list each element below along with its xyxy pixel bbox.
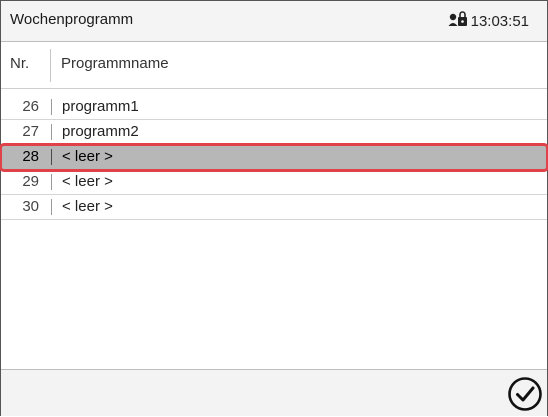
user-key-icon bbox=[448, 11, 471, 31]
row-divider bbox=[51, 149, 52, 165]
checkmark-circle-icon[interactable] bbox=[507, 376, 543, 412]
status-area: 13:03:51 bbox=[448, 11, 529, 31]
column-divider bbox=[50, 49, 51, 82]
table-row-selected[interactable]: 28 < leer > bbox=[0, 143, 548, 172]
row-divider bbox=[51, 124, 52, 140]
table-row[interactable]: 30 < leer > bbox=[1, 195, 547, 220]
table-row[interactable]: 29 < leer > bbox=[1, 170, 547, 195]
row-number: 30 bbox=[22, 198, 39, 215]
column-header: Nr. Programmname bbox=[1, 42, 547, 89]
footer-bar bbox=[1, 369, 547, 416]
program-window: Wochenprogramm 13:03:51 Nr. Programmname… bbox=[0, 0, 548, 416]
row-program-name: programm2 bbox=[62, 123, 139, 140]
row-program-name: programm1 bbox=[62, 98, 139, 115]
row-divider bbox=[51, 99, 52, 115]
row-number: 26 bbox=[22, 98, 39, 115]
row-program-name: < leer > bbox=[62, 198, 113, 215]
row-number: 28 bbox=[22, 148, 39, 165]
title-bar: Wochenprogramm 13:03:51 bbox=[1, 1, 547, 42]
row-program-name: < leer > bbox=[62, 173, 113, 190]
column-nr-header: Nr. bbox=[10, 55, 30, 72]
row-divider bbox=[51, 199, 52, 215]
row-divider bbox=[51, 174, 52, 190]
column-name-header: Programmname bbox=[61, 55, 169, 72]
page-title: Wochenprogramm bbox=[10, 11, 134, 28]
row-number: 29 bbox=[22, 173, 39, 190]
row-number: 27 bbox=[22, 123, 39, 140]
program-list: 26 programm1 27 programm2 28 < leer > 29… bbox=[0, 95, 548, 220]
table-row[interactable]: 27 programm2 bbox=[1, 120, 547, 145]
row-program-name: < leer > bbox=[62, 148, 113, 165]
clock-time: 13:03:51 bbox=[470, 12, 529, 30]
table-row[interactable]: 26 programm1 bbox=[1, 95, 547, 120]
